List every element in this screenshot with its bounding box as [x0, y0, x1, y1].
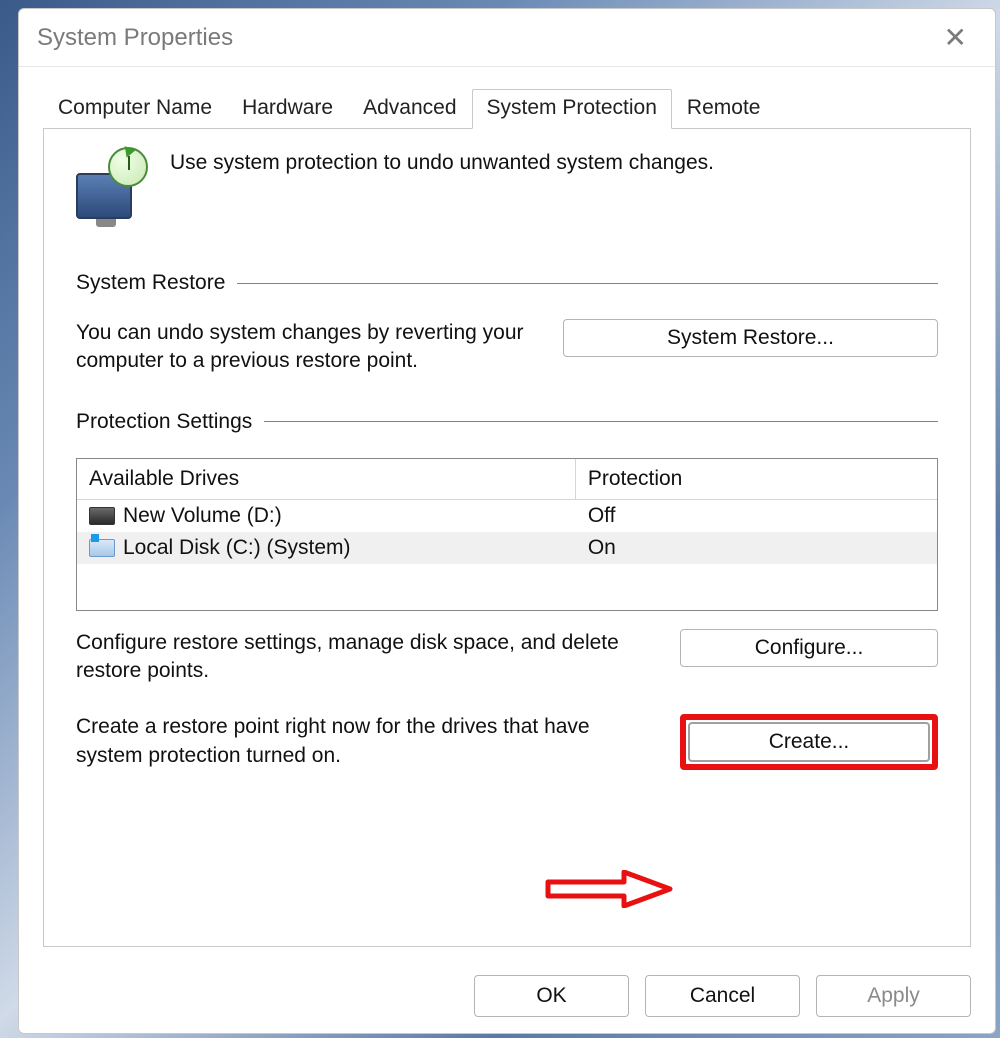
section-protection-settings: Protection Settings Available Drives Pro…: [76, 410, 938, 770]
col-protection[interactable]: Protection: [576, 459, 937, 499]
content-area: Computer Name Hardware Advanced System P…: [19, 67, 995, 961]
tab-remote[interactable]: Remote: [672, 89, 776, 128]
intro-text: Use system protection to undo unwanted s…: [170, 147, 714, 175]
ok-button[interactable]: OK: [474, 975, 629, 1017]
intro-row: Use system protection to undo unwanted s…: [76, 143, 938, 237]
cancel-button[interactable]: Cancel: [645, 975, 800, 1017]
create-highlight-annotation: Create...: [680, 714, 938, 770]
drive-name: New Volume (D:): [123, 504, 282, 528]
drive-status: On: [576, 532, 937, 564]
col-available-drives[interactable]: Available Drives: [77, 459, 576, 499]
system-restore-icon: [76, 147, 148, 219]
drives-body: New Volume (D:) Off Local Disk (C:) (Sys…: [77, 500, 937, 610]
dialog-button-row: OK Cancel Apply: [19, 961, 995, 1033]
system-restore-heading: System Restore: [76, 271, 225, 295]
tab-system-protection[interactable]: System Protection: [472, 89, 672, 129]
table-row[interactable]: Local Disk (C:) (System) On: [77, 532, 937, 564]
system-restore-desc: You can undo system changes by reverting…: [76, 319, 535, 376]
tab-bar: Computer Name Hardware Advanced System P…: [43, 89, 971, 128]
configure-button[interactable]: Configure...: [680, 629, 938, 667]
titlebar: System Properties ✕: [19, 9, 995, 67]
drive-icon: [89, 507, 115, 525]
drive-status: Off: [576, 500, 937, 532]
system-properties-window: System Properties ✕ Computer Name Hardwa…: [18, 8, 996, 1034]
tab-hardware[interactable]: Hardware: [227, 89, 348, 128]
tab-advanced[interactable]: Advanced: [348, 89, 471, 128]
create-desc: Create a restore point right now for the…: [76, 713, 652, 770]
tab-panel-system-protection: Use system protection to undo unwanted s…: [43, 128, 971, 947]
configure-desc: Configure restore settings, manage disk …: [76, 629, 652, 686]
section-system-restore: System Restore You can undo system chang…: [76, 271, 938, 376]
system-restore-button[interactable]: System Restore...: [563, 319, 938, 357]
window-title: System Properties: [37, 24, 934, 52]
table-row[interactable]: New Volume (D:) Off: [77, 500, 937, 532]
divider: [264, 421, 938, 422]
drives-header: Available Drives Protection: [77, 459, 937, 500]
drive-icon: [89, 539, 115, 557]
apply-button[interactable]: Apply: [816, 975, 971, 1017]
tab-computer-name[interactable]: Computer Name: [43, 89, 227, 128]
arrow-annotation-icon: [544, 870, 674, 908]
protection-settings-heading: Protection Settings: [76, 410, 252, 434]
create-button[interactable]: Create...: [688, 722, 930, 762]
divider: [237, 283, 938, 284]
drive-name: Local Disk (C:) (System): [123, 536, 351, 560]
drives-table: Available Drives Protection New Volume (…: [76, 458, 938, 611]
close-icon[interactable]: ✕: [934, 17, 977, 58]
